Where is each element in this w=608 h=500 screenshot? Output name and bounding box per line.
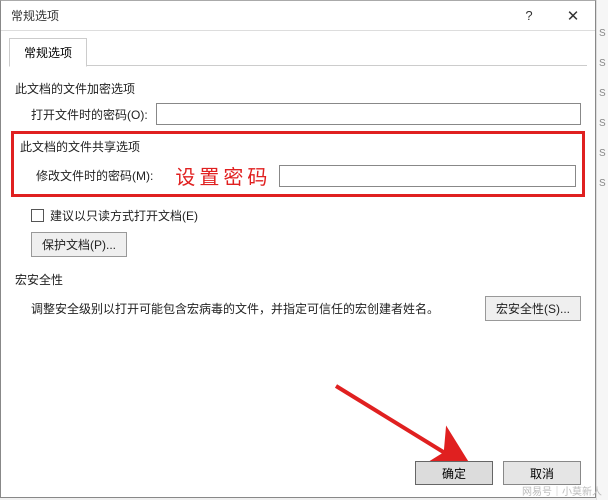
watermark: 网易号｜小莫新人 (522, 483, 602, 498)
macro-description: 调整安全级别以打开可能包含宏病毒的文件，并指定可信任的宏创建者姓名。 (31, 300, 473, 317)
ok-button[interactable]: 确定 (415, 461, 493, 485)
encrypt-section-label: 此文档的文件加密选项 (15, 80, 581, 97)
help-button[interactable]: ? (507, 1, 551, 31)
background-edge: SS SS SS (596, 0, 608, 500)
modify-password-label: 修改文件时的密码(M): (36, 167, 153, 184)
macro-section-label: 宏安全性 (15, 271, 581, 288)
readonly-checkbox[interactable] (31, 209, 44, 222)
protect-document-button[interactable]: 保护文档(P)... (31, 232, 127, 257)
close-button[interactable]: ✕ (551, 1, 595, 31)
titlebar: 常规选项 ? ✕ (1, 1, 595, 31)
open-password-label: 打开文件时的密码(O): (31, 106, 148, 123)
dialog-body: 此文档的文件加密选项 打开文件时的密码(O): 此文档的文件共享选项 修改文件时… (1, 66, 595, 331)
readonly-label: 建议以只读方式打开文档(E) (50, 207, 198, 224)
cancel-button[interactable]: 取消 (503, 461, 581, 485)
dialog-footer: 确定 取消 (415, 461, 581, 485)
macro-security-button[interactable]: 宏安全性(S)... (485, 296, 581, 321)
general-options-dialog: 常规选项 ? ✕ 常规选项 此文档的文件加密选项 打开文件时的密码(O): 此文… (0, 0, 596, 498)
share-highlight-box: 此文档的文件共享选项 修改文件时的密码(M): 设置密码 (11, 131, 585, 197)
tab-strip: 常规选项 (1, 31, 595, 66)
open-password-input[interactable] (156, 103, 581, 125)
dialog-title: 常规选项 (11, 7, 507, 24)
annotation-set-password: 设置密码 (175, 161, 271, 190)
tab-general[interactable]: 常规选项 (9, 38, 87, 67)
modify-password-input[interactable] (279, 165, 576, 187)
share-section-label: 此文档的文件共享选项 (20, 138, 576, 155)
